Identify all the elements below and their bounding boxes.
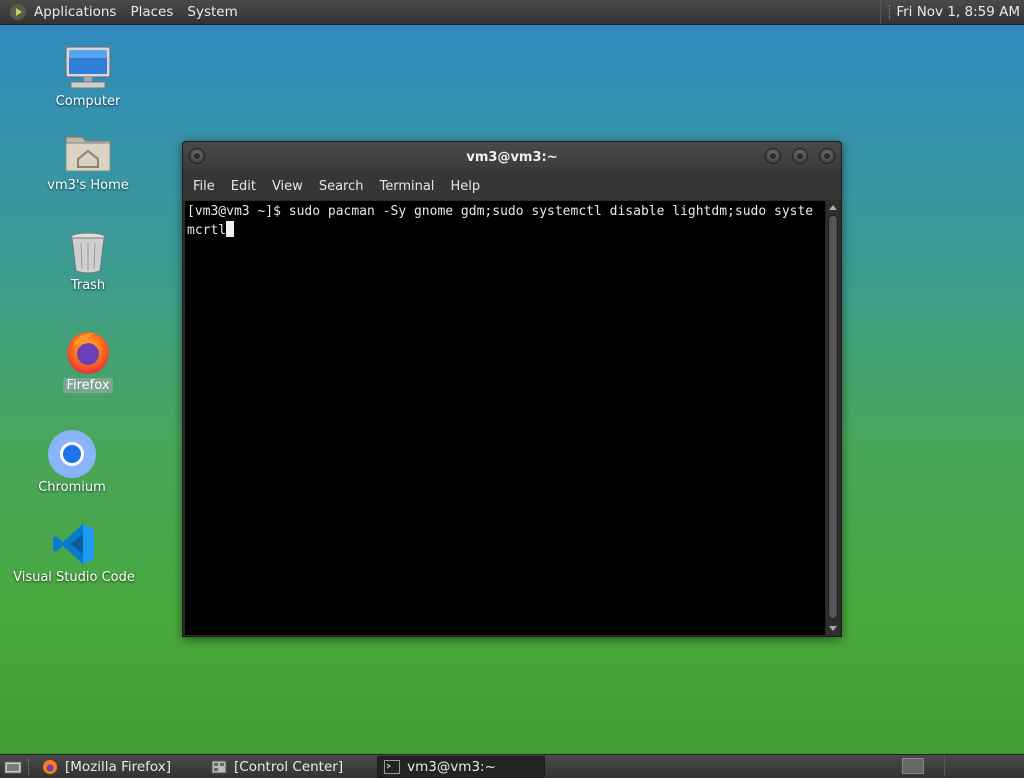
desktop-icon-home[interactable]: vm3's Home [23,128,153,193]
desktop-icon-label: Trash [70,278,106,293]
desktop-icon-label: vm3's Home [47,178,129,193]
bottom-taskbar: [Mozilla Firefox] [Control Center] vm3@v… [0,754,1024,778]
scroll-up-arrow-icon[interactable] [829,205,837,210]
workspace-switcher[interactable] [902,758,924,774]
task-label: vm3@vm3:~ [407,758,496,775]
menu-view[interactable]: View [266,179,313,194]
taskbar-grip [28,758,32,775]
desktop-icon-label: Firefox [63,378,113,393]
top-panel: Applications Places System Fri Nov 1, 8:… [0,0,1024,25]
clock-grip [889,5,892,19]
desktop-icon-computer[interactable]: Computer [23,44,153,109]
main-menu-logo-icon[interactable] [10,4,26,20]
task-terminal[interactable]: vm3@vm3:~ [377,755,546,778]
desktop-icon-label: Visual Studio Code [13,570,135,585]
menu-file[interactable]: File [187,179,225,194]
scroll-down-arrow-icon[interactable] [829,626,837,631]
close-button[interactable] [819,148,835,164]
window-menu-button[interactable] [189,148,205,164]
desktop-icon-trash[interactable]: Trash [23,228,153,293]
task-label: [Control Center] [234,758,344,775]
minimize-button[interactable] [765,148,781,164]
terminal-line: [vm3@vm3 ~]$ sudo pacman -Sy gnome gdm;s… [187,204,814,219]
terminal-scrollbar[interactable] [825,201,839,635]
scroll-thumb[interactable] [828,215,838,619]
task-control-center[interactable]: [Control Center] [205,756,349,778]
desktop-icon-label: Chromium [38,480,106,495]
clock[interactable]: Fri Nov 1, 8:59 AM [880,0,1024,24]
text-cursor [226,221,235,237]
desktop-icon-firefox[interactable]: Firefox [23,328,153,393]
chromium-icon [46,430,98,478]
menu-help[interactable]: Help [444,179,490,194]
menu-search[interactable]: Search [313,179,374,194]
task-firefox[interactable]: [Mozilla Firefox] [36,756,177,778]
window-titlebar[interactable]: vm3@vm3:~ [183,142,841,172]
desktop-icon-chromium[interactable]: Chromium [7,430,137,495]
show-desktop-button[interactable] [2,757,24,777]
control-center-icon [211,759,227,775]
show-desktop-icon [4,761,22,773]
clock-text: Fri Nov 1, 8:59 AM [896,4,1020,20]
computer-icon [62,44,114,92]
applications-menu[interactable]: Applications [32,4,124,20]
menu-edit[interactable]: Edit [225,179,266,194]
taskbar-tray [944,755,1024,777]
terminal-text-area[interactable]: [vm3@vm3 ~]$ sudo pacman -Sy gnome gdm;s… [185,201,827,635]
firefox-icon [62,328,114,376]
places-menu[interactable]: Places [124,4,181,20]
menu-terminal[interactable]: Terminal [373,179,444,194]
firefox-icon [42,759,58,775]
desktop-icon-label: Computer [55,94,121,109]
terminal-icon [384,759,401,775]
task-label: [Mozilla Firefox] [65,758,172,775]
system-menu[interactable]: System [181,4,245,20]
vscode-icon [48,520,100,568]
terminal-line-text: mcrtl [187,223,227,238]
terminal-window[interactable]: vm3@vm3:~ File Edit View Search Terminal… [182,141,842,637]
window-title: vm3@vm3:~ [466,149,558,165]
terminal-line: mcrtl [187,221,825,240]
home-folder-icon [62,128,114,176]
terminal-menubar: File Edit View Search Terminal Help [183,172,841,200]
trash-icon [62,228,114,276]
desktop-icon-vscode[interactable]: Visual Studio Code [9,520,139,585]
maximize-button[interactable] [792,148,808,164]
